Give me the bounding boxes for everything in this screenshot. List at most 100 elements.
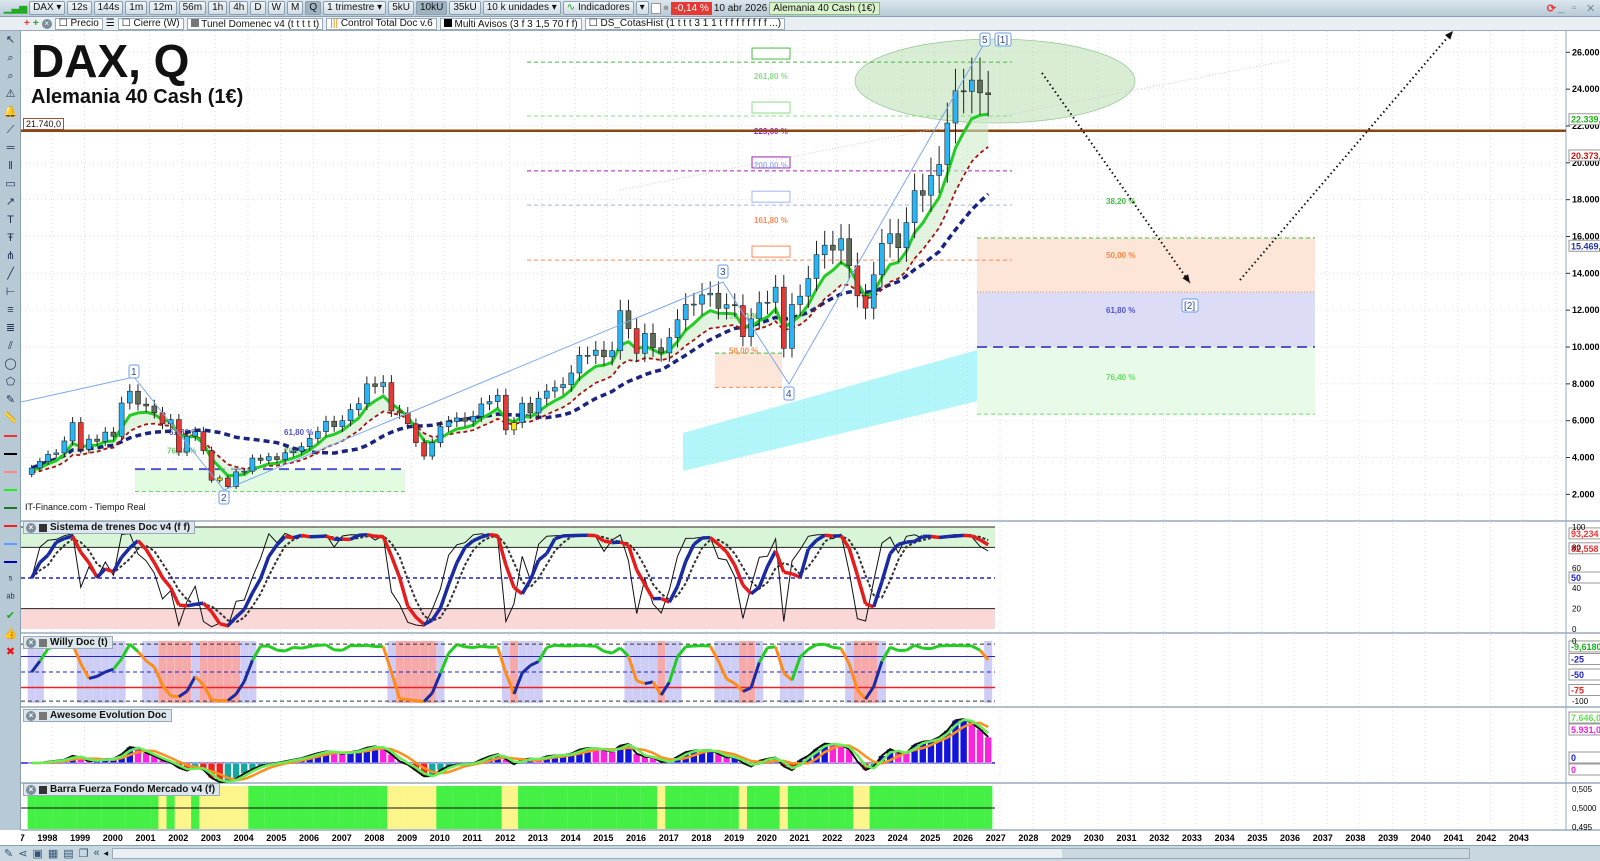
share-icon[interactable]: ⋖ xyxy=(18,847,27,860)
hline-icon[interactable]: ═ xyxy=(0,139,21,157)
wave-count-icon[interactable]: ⁵ xyxy=(0,571,21,589)
close-panel-icon[interactable]: × xyxy=(26,637,36,648)
candle-body xyxy=(323,420,329,432)
brush-icon[interactable]: ✎ xyxy=(0,391,21,409)
thumbs-up-icon[interactable]: 👍 xyxy=(0,625,21,643)
legend-precio[interactable]: ☐ Precio xyxy=(54,17,103,30)
ruler-icon[interactable]: 📏 xyxy=(0,409,21,427)
timeframe-m[interactable]: M xyxy=(287,1,304,15)
alert-bell-icon[interactable]: 🔔 xyxy=(0,103,21,121)
close-panel-icon[interactable]: × xyxy=(26,522,36,533)
indicators-dropdown[interactable]: ▾ xyxy=(635,1,649,15)
timeframe-1m[interactable]: 1m xyxy=(125,1,148,15)
pause-icon[interactable] xyxy=(650,2,661,14)
scrollbar-thumb[interactable] xyxy=(1062,849,1469,858)
add-red-icon[interactable]: + xyxy=(24,18,30,29)
zoom-area-icon[interactable]: ⌕ xyxy=(0,67,21,85)
candle-body xyxy=(642,333,648,354)
candle-body xyxy=(969,79,975,92)
pitchfork-icon[interactable]: ⋔ xyxy=(0,247,21,265)
fib-icon[interactable]: ≡ xyxy=(0,301,21,319)
horizontal-scrollbar[interactable] xyxy=(112,848,1470,859)
text-icon[interactable]: T xyxy=(0,211,21,229)
wave-abc-icon[interactable]: ᵃᵇ xyxy=(0,589,21,607)
timeframe-56m[interactable]: 56m xyxy=(178,1,207,15)
units-select[interactable]: 10 k unidades ▾ xyxy=(482,1,561,15)
cursor-icon[interactable]: ↖ xyxy=(0,31,21,49)
line-dkgreen-icon[interactable] xyxy=(0,499,21,517)
scroll-left-button[interactable]: ◂ xyxy=(104,848,109,859)
legend-multi-avisos[interactable]: Multi Avisos (3 f 3 1,5 70 f f) xyxy=(439,17,582,30)
legend-cotashist[interactable]: ☐ DS_CotasHist (1 t t t 3 1 1 t f f f f … xyxy=(584,17,786,30)
close-all-icon[interactable]: × xyxy=(41,18,52,29)
timeframe-12m[interactable]: 12m xyxy=(149,1,177,15)
willy-line-segment xyxy=(824,642,834,649)
line-icon[interactable]: ╱ xyxy=(0,265,21,283)
arrow-icon[interactable]: ↗ xyxy=(0,193,21,211)
legend-tunel[interactable]: Tunel Domenec v4 (t t t t t) xyxy=(186,17,324,30)
trend-tool-icon[interactable]: ⟋ xyxy=(0,121,21,139)
candle xyxy=(462,412,468,427)
collapse-icon[interactable]: « xyxy=(94,847,100,860)
timeframe-d[interactable]: D xyxy=(250,1,266,15)
legend-cierre[interactable]: ☐ Cierre (W) xyxy=(117,17,184,30)
close-button[interactable]: ✕ xyxy=(1586,2,1600,15)
line-black-icon[interactable] xyxy=(0,445,21,463)
candle-body xyxy=(519,402,526,423)
indicators-icon[interactable]: ▤ xyxy=(63,847,73,860)
alert-edit-icon[interactable]: ⚠ xyxy=(0,85,21,103)
list-icon[interactable]: ☰ xyxy=(106,18,115,29)
add-green-icon[interactable]: + xyxy=(33,18,39,29)
check-icon[interactable]: ✔ xyxy=(0,607,21,625)
panel-header-awesome[interactable]: × Awesome Evolution Doc xyxy=(23,709,172,722)
timeframe-w[interactable]: W xyxy=(267,1,286,15)
ellipse-icon[interactable]: ◯ xyxy=(0,355,21,373)
panel-header-sistema[interactable]: × Sistema de trenes Doc v4 (f f) xyxy=(23,521,196,534)
symbol-select[interactable]: DAX ▾ xyxy=(29,1,66,15)
windows-icon[interactable]: ❐ xyxy=(79,847,89,860)
fib-ext-icon[interactable]: ≣ xyxy=(0,319,21,337)
legend-control-total[interactable]: ||| Control Total Doc v.6 xyxy=(326,17,437,30)
line-green-icon[interactable] xyxy=(0,481,21,499)
units-5ku[interactable]: 5kU xyxy=(388,1,414,15)
line-navy-icon[interactable] xyxy=(0,553,21,571)
line-red2-icon[interactable] xyxy=(0,517,21,535)
vline-icon[interactable]: ‖ xyxy=(0,157,21,175)
delete-icon[interactable]: ✖ xyxy=(0,643,21,661)
measure-icon[interactable]: ⊢ xyxy=(0,283,21,301)
close-panel-icon[interactable]: × xyxy=(26,710,36,721)
chart-canvas[interactable]: 300,00 %261,80 %223,60 %200,00 %161,80 %… xyxy=(21,31,1600,845)
line-blue-icon[interactable] xyxy=(0,535,21,553)
timeframe-q[interactable]: Q xyxy=(305,1,322,15)
calc-icon[interactable]: ▦ xyxy=(48,847,58,860)
minimize-button[interactable]: _ xyxy=(1558,2,1570,14)
restore-button[interactable]: ▫ xyxy=(1572,2,1584,14)
period-select[interactable]: 1 trimestre ▾ xyxy=(323,1,387,15)
line-red-icon[interactable] xyxy=(0,427,21,445)
units-35ku[interactable]: 35kU xyxy=(449,1,481,15)
units-10ku[interactable]: 10kU xyxy=(415,1,448,15)
price-tick-label: 24.000 xyxy=(1572,84,1600,94)
polygon-icon[interactable]: ⬠ xyxy=(0,373,21,391)
timeframe-12s[interactable]: 12s xyxy=(67,1,92,15)
timeframe-1h[interactable]: 1h xyxy=(208,1,228,15)
channel-icon[interactable]: ⫽ xyxy=(0,337,21,355)
timeframe-4h[interactable]: 4h xyxy=(229,1,249,15)
year-label: 2020 xyxy=(757,833,777,843)
comment-icon[interactable]: ▣ xyxy=(32,847,42,860)
train-line-segment xyxy=(292,533,302,540)
line-salmon-icon[interactable] xyxy=(0,463,21,481)
panel-header-willy[interactable]: × Willy Doc (t) xyxy=(23,636,113,649)
zoom-icon[interactable]: ⌕ xyxy=(0,49,21,67)
wave-label: [2] xyxy=(1184,301,1195,312)
text-t-icon[interactable]: Ŧ xyxy=(0,229,21,247)
rectangle-icon[interactable]: ▭ xyxy=(0,175,21,193)
indicators-button[interactable]: ∿ Indicadores xyxy=(562,1,634,15)
sync-icon[interactable]: ⟳ xyxy=(1547,2,1556,15)
draw-icon[interactable]: ✎ xyxy=(4,847,13,860)
candle-body xyxy=(789,304,795,349)
bottom-bar: ✎ ⋖ ▣ ▦ ▤ ❐ « ◂ xyxy=(0,845,1600,861)
timeframe-144s[interactable]: 144s xyxy=(93,1,124,15)
panel-header-barra[interactable]: × Barra Fuerza Fondo Mercado v4 (f) xyxy=(23,783,221,796)
close-panel-icon[interactable]: × xyxy=(26,784,36,795)
